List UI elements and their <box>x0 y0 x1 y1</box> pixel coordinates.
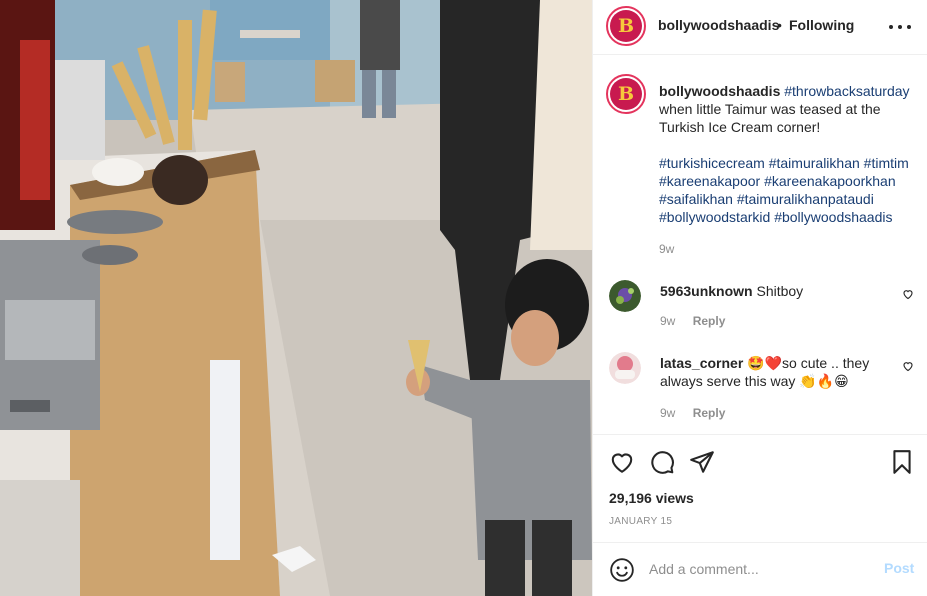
comments-section[interactable]: B bollywoodshaadis #throwbacksaturday wh… <box>593 56 927 434</box>
following-button[interactable]: Following <box>789 17 854 33</box>
emoji-smiley-icon[interactable] <box>609 557 635 583</box>
comment-meta: 9w Reply <box>660 406 739 420</box>
commenter-avatar[interactable] <box>609 352 641 384</box>
comment-bubble-icon[interactable] <box>649 449 675 475</box>
share-paper-plane-icon[interactable] <box>689 449 715 475</box>
caption-text: bollywoodshaadis #throwbacksaturday when… <box>659 82 921 258</box>
more-options-icon[interactable] <box>889 17 911 37</box>
reply-button[interactable]: Reply <box>693 314 726 328</box>
hashtag[interactable]: #saifalikhan <box>659 191 733 207</box>
add-comment-bar: Post <box>593 542 927 596</box>
post-header: B bollywoodshaadis • Following <box>593 0 927 55</box>
hashtag[interactable]: #bollywoodshaadis <box>774 209 892 225</box>
hashtag[interactable]: #turkishicecream <box>659 155 765 171</box>
reply-button[interactable]: Reply <box>693 406 726 420</box>
avatar-letter: B <box>617 14 635 37</box>
comment-age[interactable]: 9w <box>660 406 675 420</box>
comment-message: 🤩❤️so cute .. they <box>743 355 870 371</box>
comment-message-continued: always serve this way 👏🔥😁 <box>660 373 849 389</box>
comment-text: 5963unknown Shitboy <box>660 282 890 300</box>
caption-avatar[interactable]: B <box>606 74 646 114</box>
author-username[interactable]: bollywoodshaadis <box>658 17 779 33</box>
view-count[interactable]: 29,196 views <box>609 490 694 506</box>
avatar-letter: B <box>617 82 635 105</box>
commenter-username[interactable]: latas_corner <box>660 355 743 371</box>
author-avatar[interactable]: B <box>606 6 646 46</box>
post-date[interactable]: JANUARY 15 <box>609 516 672 527</box>
comment-message: Shitboy <box>756 283 804 299</box>
commenter-avatar[interactable] <box>609 280 641 312</box>
hashtag[interactable]: #kareenakapoorkhan <box>764 173 896 189</box>
caption-age[interactable]: 9w <box>659 240 921 258</box>
separator-dot: • <box>777 17 782 33</box>
post-panel: B bollywoodshaadis • Following B bollywo… <box>592 0 927 596</box>
caption-message: when little Taimur was teased at the Tur… <box>659 101 881 135</box>
hashtag[interactable]: #kareenakapoor <box>659 173 760 189</box>
hashtag[interactable]: #timtim <box>864 155 909 171</box>
hashtag[interactable]: #throwbacksaturday <box>784 83 909 99</box>
action-bar: 29,196 views JANUARY 15 <box>593 434 927 542</box>
comment-text: latas_corner 🤩❤️so cute .. they always s… <box>660 354 890 390</box>
like-heart-icon[interactable] <box>609 449 635 475</box>
hashtag-list: #turkishicecream #taimuralikhan #timtim … <box>659 154 921 226</box>
hashtag[interactable]: #taimuralikhanpataudi <box>737 191 874 207</box>
commenter-username[interactable]: 5963unknown <box>660 283 753 299</box>
post-video[interactable] <box>0 0 592 596</box>
hashtag[interactable]: #taimuralikhan <box>769 155 860 171</box>
like-comment-heart-icon[interactable] <box>902 288 914 300</box>
caption-username[interactable]: bollywoodshaadis <box>659 83 780 99</box>
save-bookmark-icon[interactable] <box>889 449 915 475</box>
like-comment-heart-icon[interactable] <box>902 360 914 372</box>
hashtag[interactable]: #bollywoodstarkid <box>659 209 770 225</box>
add-comment-input[interactable] <box>649 558 869 580</box>
post-comment-button[interactable]: Post <box>884 560 914 576</box>
video-frame <box>0 0 592 596</box>
comment-meta: 9w Reply <box>660 314 739 328</box>
comment-age[interactable]: 9w <box>660 314 675 328</box>
